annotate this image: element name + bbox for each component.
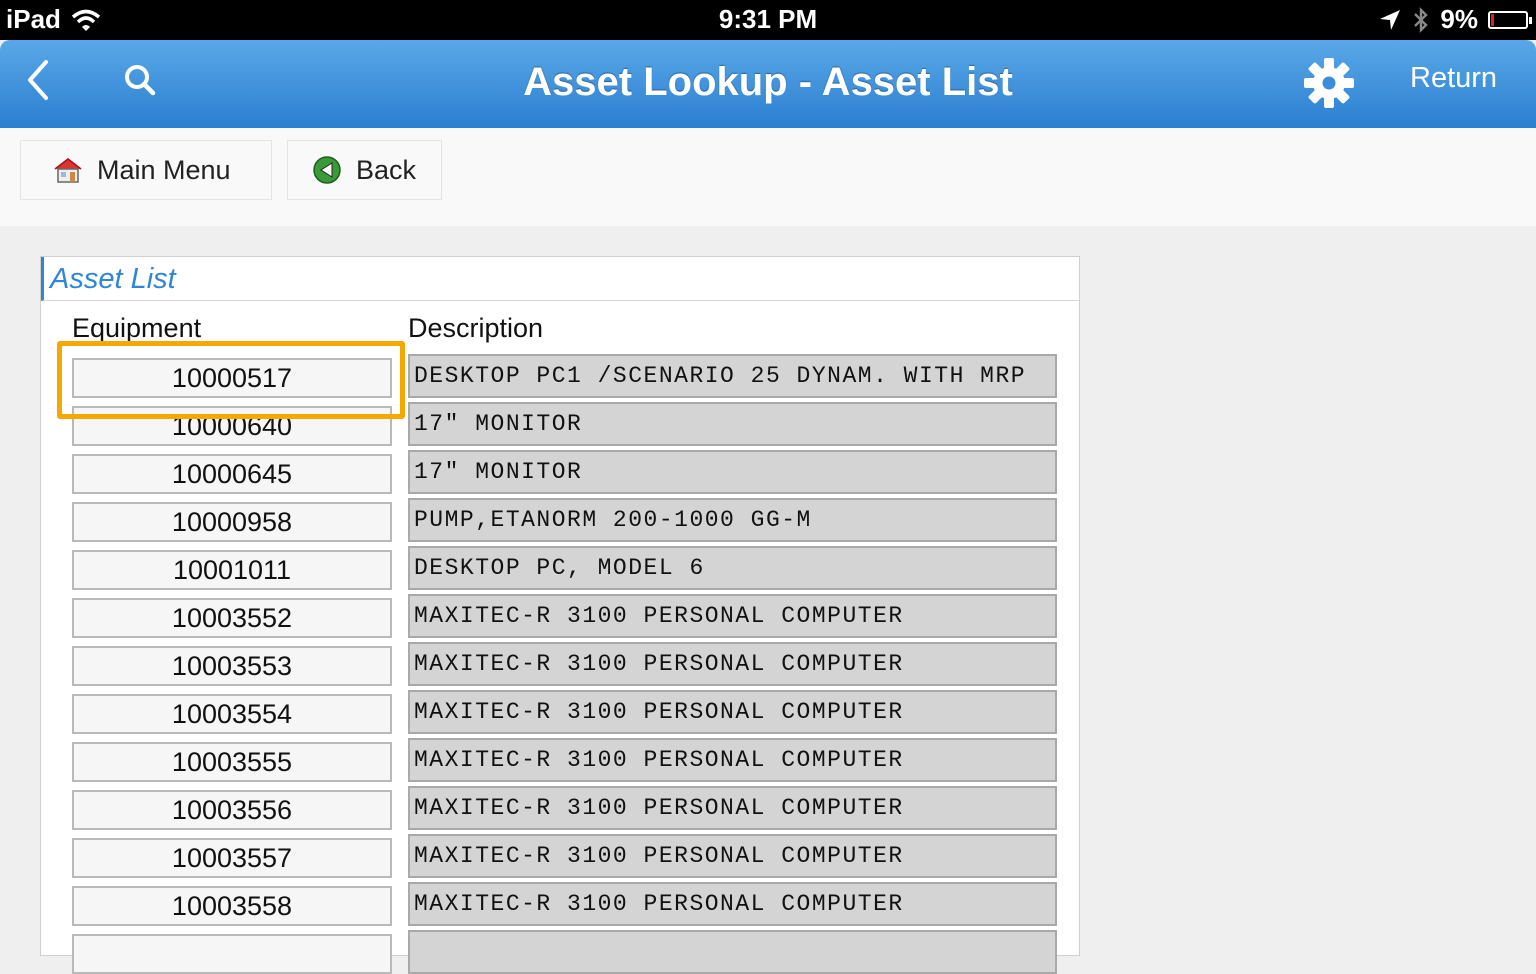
home-icon [54, 158, 82, 183]
location-arrow-icon [1380, 9, 1401, 30]
panel-header [41, 257, 1079, 301]
equipment-button[interactable]: 10000517 [72, 358, 392, 398]
equipment-button[interactable]: 10000645 [72, 454, 392, 494]
equipment-button[interactable]: 10000640 [72, 406, 392, 446]
description-button[interactable]: 17" MONITOR [408, 402, 1057, 446]
back-label: Back [356, 154, 417, 185]
gear-icon[interactable] [1302, 56, 1356, 110]
description-button[interactable]: MAXITEC-R 3100 PERSONAL COMPUTER [408, 642, 1057, 686]
description-button[interactable]: DESKTOP PC1 /SCENARIO 25 DYNAM. WITH MRP [408, 354, 1057, 398]
description-button[interactable]: 17" MONITOR [408, 450, 1057, 494]
description-column-header: Description [408, 313, 544, 343]
battery-percent: 9% [1440, 4, 1478, 34]
panel-title: Asset List [50, 263, 176, 295]
description-button[interactable]: PUMP,ETANORM 200-1000 GG-M [408, 498, 1057, 542]
equipment-button[interactable]: 10003555 [72, 742, 392, 782]
description-button[interactable]: MAXITEC-R 3100 PERSONAL COMPUTER [408, 738, 1057, 782]
back-arrow-icon [313, 156, 341, 184]
bluetooth-icon [1414, 6, 1429, 33]
main-menu-button[interactable]: Main Menu [20, 140, 272, 200]
battery-level-fill [1491, 13, 1494, 26]
equipment-button[interactable]: 10003556 [72, 790, 392, 830]
equipment-button[interactable]: 10003553 [72, 646, 392, 686]
description-button[interactable]: MAXITEC-R 3100 PERSONAL COMPUTER [408, 786, 1057, 830]
equipment-button[interactable]: 10003552 [72, 598, 392, 638]
equipment-button[interactable]: 10003554 [72, 694, 392, 734]
description-button[interactable]: MAXITEC-R 3100 PERSONAL COMPUTER [408, 594, 1057, 638]
equipment-button[interactable]: 10000958 [72, 502, 392, 542]
description-button[interactable]: MAXITEC-R 3100 PERSONAL COMPUTER [408, 690, 1057, 734]
main-menu-label: Main Menu [97, 154, 231, 185]
description-button[interactable]: MAXITEC-R 3100 PERSONAL COMPUTER [408, 882, 1057, 926]
description-button[interactable]: DESKTOP PC, MODEL 6 [408, 546, 1057, 590]
equipment-button[interactable]: 10003558 [72, 886, 392, 926]
return-button[interactable]: Return [1410, 62, 1497, 95]
nav-bar: Asset Lookup - Asset List Return [0, 40, 1536, 128]
back-button[interactable]: Back [287, 140, 442, 200]
clock: 9:31 PM [718, 4, 818, 34]
equipment-column-header: Equipment [72, 313, 202, 343]
battery-icon [1488, 10, 1532, 29]
equipment-button[interactable]: 10001011 [72, 550, 392, 590]
asset-list-panel: Asset List Equipment Description 1000051… [40, 256, 1080, 974]
status-bar: iPad 9:31 PM 9% [0, 0, 1536, 40]
equipment-button[interactable]: 10003557 [72, 838, 392, 878]
description-button[interactable]: MAXITEC-R 3100 PERSONAL COMPUTER [408, 834, 1057, 878]
description-button[interactable] [408, 930, 1057, 974]
equipment-button[interactable] [72, 934, 392, 974]
toolbar: Main Menu Back [0, 128, 1536, 226]
